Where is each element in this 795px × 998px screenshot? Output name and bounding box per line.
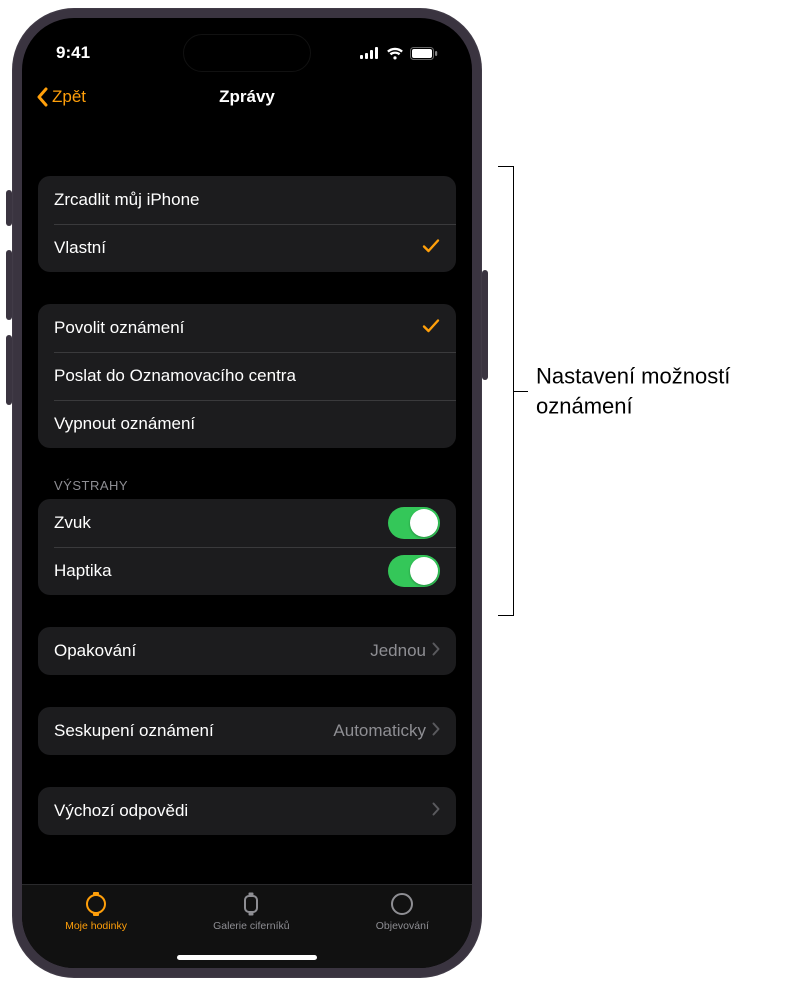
default-replies-group: Výchozí odpovědi [38,787,456,835]
repeat-group: Opakování Jednou [38,627,456,675]
content-scroll[interactable]: Zrcadlit můj iPhone Vlastní Povolit ozná… [22,120,472,884]
row-haptics: Haptika [38,547,456,595]
row-label: Vlastní [54,238,106,258]
callout: Nastavení možností oznámení [498,166,778,616]
watch-face-icon [238,891,264,917]
row-label: Haptika [54,561,112,581]
status-time: 9:41 [56,43,90,63]
compass-icon [389,891,415,917]
row-value: Jednou [370,641,426,661]
tab-label: Objevování [376,920,429,932]
row-label: Zrcadlit můj iPhone [54,190,200,210]
row-custom[interactable]: Vlastní [38,224,456,272]
row-label: Poslat do Oznamovacího centra [54,366,296,386]
chevron-left-icon [36,87,48,107]
page-title: Zprávy [22,87,472,107]
row-repeat[interactable]: Opakování Jednou [38,627,456,675]
row-label: Vypnout oznámení [54,414,195,434]
notifications-group: Povolit oznámení Poslat do Oznamovacího … [38,304,456,448]
phone-side-button [482,270,488,380]
callout-bracket [498,166,514,616]
row-value: Automaticky [333,721,426,741]
mirror-group: Zrcadlit můj iPhone Vlastní [38,176,456,272]
row-label: Výchozí odpovědi [54,801,188,821]
chevron-right-icon [432,801,440,821]
tab-my-watch[interactable]: Moje hodinky [65,891,127,932]
toggle-sound[interactable] [388,507,440,539]
grouping-group: Seskupení oznámení Automaticky [38,707,456,755]
checkmark-icon [422,318,440,339]
toggle-haptics[interactable] [388,555,440,587]
watch-icon [83,891,109,917]
row-sound: Zvuk [38,499,456,547]
row-turn-off-notifications[interactable]: Vypnout oznámení [38,400,456,448]
row-mirror-iphone[interactable]: Zrcadlit můj iPhone [38,176,456,224]
nav-header: Zpět Zprávy [22,74,472,120]
back-label: Zpět [52,87,86,107]
row-grouping[interactable]: Seskupení oznámení Automaticky [38,707,456,755]
cellular-icon [360,47,380,59]
dynamic-island [183,34,311,72]
tab-label: Galerie ciferníků [213,920,289,932]
callout-text: Nastavení možností oznámení [536,361,778,420]
tab-discover[interactable]: Objevování [376,891,429,932]
section-header-alerts: VÝSTRAHY [54,478,456,493]
row-send-notification-center[interactable]: Poslat do Oznamovacího centra [38,352,456,400]
row-label: Povolit oznámení [54,318,184,338]
home-indicator[interactable] [177,955,317,960]
battery-icon [410,47,438,60]
chevron-right-icon [432,641,440,661]
row-label: Opakování [54,641,136,661]
checkmark-icon [422,238,440,259]
screen: 9:41 Zpět Zprávy [22,18,472,968]
back-button[interactable]: Zpět [36,87,86,107]
phone-frame: 9:41 Zpět Zprávy [12,8,482,978]
callout-stem [514,391,528,392]
row-allow-notifications[interactable]: Povolit oznámení [38,304,456,352]
chevron-right-icon [432,721,440,741]
row-label: Zvuk [54,513,91,533]
wifi-icon [386,47,404,60]
tab-face-gallery[interactable]: Galerie ciferníků [213,891,289,932]
tab-label: Moje hodinky [65,920,127,932]
row-default-replies[interactable]: Výchozí odpovědi [38,787,456,835]
alerts-group: Zvuk Haptika [38,499,456,595]
row-label: Seskupení oznámení [54,721,214,741]
